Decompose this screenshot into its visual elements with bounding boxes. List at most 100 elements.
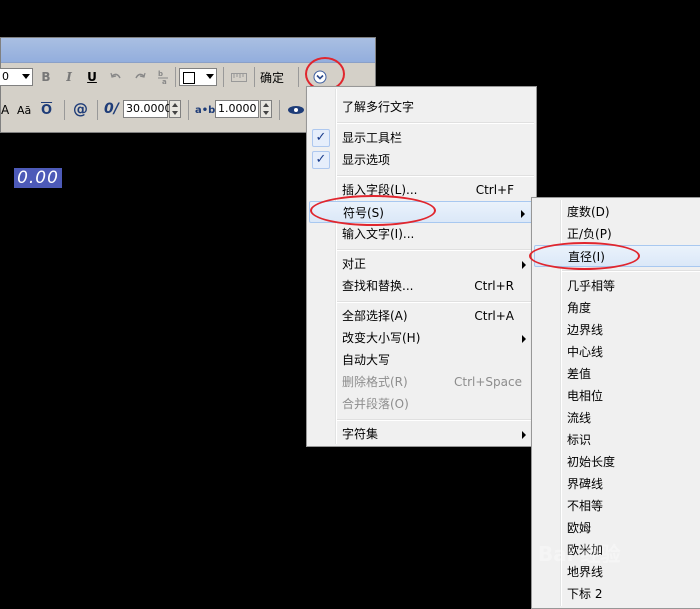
symbol-flow-line[interactable]: 流线 [534, 407, 700, 429]
svg-text:a: a [162, 78, 167, 84]
svg-text:b: b [158, 70, 163, 78]
color-combo[interactable] [179, 68, 217, 86]
symbol-subscript-2[interactable]: 下标 2 [534, 583, 700, 605]
menu-item-label: 角度 [567, 301, 592, 315]
symbol-center-line[interactable]: 中心线 [534, 341, 700, 363]
menu-item-change-case[interactable]: 改变大小写(H) [309, 327, 534, 349]
menu-separator [337, 122, 534, 124]
ruler-button[interactable] [230, 70, 248, 84]
toolbar-separator [254, 67, 255, 87]
symbol-monument-line[interactable]: 界碑线 [534, 473, 700, 495]
uppercase-button[interactable]: A [1, 101, 9, 119]
menu-item-label: 全部选择(A) [342, 309, 408, 323]
tracking-spinner[interactable] [260, 100, 272, 118]
redo-button[interactable] [131, 68, 149, 86]
menu-item-select-all[interactable]: 全部选择(A) Ctrl+A [309, 305, 534, 327]
stack-button[interactable]: ba [154, 68, 172, 86]
menu-item-label: 了解多行文字 [342, 100, 415, 114]
menu-item-label: 显示工具栏 [342, 131, 403, 145]
selected-mtext[interactable]: 0.00 [14, 168, 62, 188]
menu-item-find-replace[interactable]: 查找和替换... Ctrl+R [309, 275, 534, 297]
font-height-combo[interactable]: 0 [0, 68, 33, 86]
menu-item-show-toolbar[interactable]: ✓ 显示工具栏 [309, 127, 534, 149]
menu-item-justification[interactable]: 对正 [309, 253, 534, 275]
menu-item-shortcut: Ctrl+R [474, 279, 514, 293]
symbol-delta[interactable]: 差值 [534, 363, 700, 385]
menu-item-import-text[interactable]: 输入文字(I)... [309, 223, 534, 245]
menu-item-label: 查找和替换... [342, 279, 414, 293]
undo-button[interactable] [107, 68, 125, 86]
stack-icon: ba [158, 70, 168, 84]
underline-button[interactable]: U [83, 68, 101, 86]
chevron-right-icon [522, 431, 526, 439]
menu-separator [337, 249, 534, 251]
eye-icon [288, 106, 304, 114]
oblique-angle-input[interactable]: 30.0000 [123, 100, 172, 118]
undo-icon [110, 72, 121, 79]
options-context-menu: 了解多行文字 ✓ 显示工具栏 ✓ 显示选项 插入字段(L)... Ctrl+F … [306, 86, 537, 447]
menu-item-remove-formatting[interactable]: 删除格式(R) Ctrl+Space [309, 371, 534, 393]
symbol-identity[interactable]: 标识 [534, 429, 700, 451]
symbol-plus-minus[interactable]: 正/负(P) [534, 223, 700, 245]
menu-item-show-options[interactable]: ✓ 显示选项 [309, 149, 534, 171]
menu-item-label: 差值 [567, 367, 592, 381]
font-height-value: 0 [2, 70, 9, 83]
menu-separator [337, 419, 534, 421]
menu-item-about-mtext[interactable]: 了解多行文字 [309, 96, 534, 118]
toolbar-separator [279, 100, 280, 120]
menu-item-label: 对正 [342, 257, 367, 271]
symbol-not-equal[interactable]: 不相等 [534, 495, 700, 517]
oblique-angle-icon: 0/ [104, 101, 119, 117]
oblique-angle-spinner[interactable] [169, 100, 181, 118]
menu-item-shortcut: Ctrl+A [474, 309, 514, 323]
menu-item-label: 不相等 [567, 499, 604, 513]
menu-item-combine-paragraphs[interactable]: 合并段落(O) [309, 393, 534, 415]
menu-item-label: 标识 [567, 433, 592, 447]
symbol-initial-length[interactable]: 初始长度 [534, 451, 700, 473]
menu-item-character-set[interactable]: 字符集 [309, 423, 534, 445]
menu-item-label: 界碑线 [567, 477, 604, 491]
symbol-boundary-line[interactable]: 边界线 [534, 319, 700, 341]
menu-item-label: 欧姆 [567, 521, 592, 535]
menu-item-shortcut: Ctrl+Space [454, 375, 522, 389]
highlight-ring-diameter [529, 242, 640, 270]
toolbar-separator [97, 100, 98, 120]
watermark-text: Bai 经验 [538, 542, 621, 566]
menu-item-label: 删除格式(R) [342, 375, 408, 389]
menu-item-label: 字符集 [342, 427, 379, 441]
symbol-button[interactable]: @ [73, 100, 88, 118]
lowercase-button[interactable]: Aā [17, 101, 31, 119]
menu-item-label: 电相位 [567, 389, 604, 403]
symbol-angle[interactable]: 角度 [534, 297, 700, 319]
bold-button[interactable]: B [37, 68, 55, 86]
tracking-icon: a•b [195, 104, 216, 116]
menu-separator [337, 175, 534, 177]
italic-button[interactable]: I [60, 68, 78, 86]
symbol-almost-equal[interactable]: 几乎相等 [534, 275, 700, 297]
menu-item-label: 初始长度 [567, 455, 616, 469]
symbol-electrical-phase[interactable]: 电相位 [534, 385, 700, 407]
toolbar-separator [64, 100, 65, 120]
tracking-input[interactable]: 1.0000 [215, 100, 259, 118]
menu-separator [562, 270, 700, 272]
symbol-ohm[interactable]: 欧姆 [534, 517, 700, 539]
menu-item-label: 几乎相等 [567, 279, 616, 293]
menu-item-label: 合并段落(O) [342, 397, 409, 411]
checkmark-icon: ✓ [312, 151, 330, 169]
toolbar-separator [223, 67, 224, 87]
width-factor-button[interactable] [287, 103, 305, 117]
menu-item-label: 输入文字(I)... [342, 227, 415, 241]
menu-item-label: 自动大写 [342, 353, 391, 367]
chevron-down-icon [206, 74, 214, 79]
toolbar-separator [298, 67, 299, 87]
overline-button[interactable]: O [41, 101, 52, 119]
toolbar-separator [188, 100, 189, 120]
menu-item-label: 流线 [567, 411, 592, 425]
ok-button[interactable]: 确定 [260, 68, 284, 86]
chevron-right-icon [521, 210, 525, 218]
redo-icon [135, 72, 146, 79]
menu-item-label: 改变大小写(H) [342, 331, 421, 345]
symbol-degrees[interactable]: 度数(D) [534, 201, 700, 223]
ruler-icon [231, 73, 247, 82]
menu-item-autocaps[interactable]: 自动大写 [309, 349, 534, 371]
